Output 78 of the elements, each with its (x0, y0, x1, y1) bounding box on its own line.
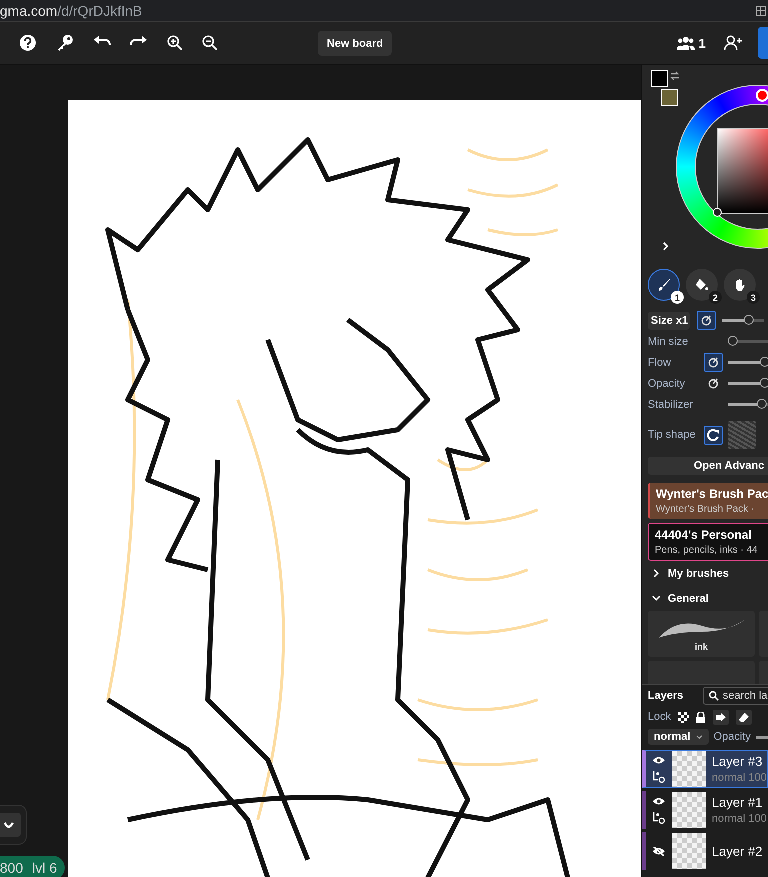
lock-label: Lock (648, 711, 672, 723)
swap-icon[interactable] (670, 71, 680, 81)
level-text: lvl 6 (32, 860, 58, 876)
address-url[interactable]: gma.com/d/rQrDJkfInB (0, 2, 142, 18)
help-icon[interactable] (19, 34, 37, 52)
setting-label: Tip shape (648, 429, 697, 441)
eraser-lock-button[interactable] (736, 710, 752, 724)
primary-color-swatch[interactable] (651, 70, 668, 87)
paint-bucket-icon (695, 278, 709, 292)
brush-group-label[interactable]: General (668, 592, 709, 604)
caret-icon (696, 734, 703, 740)
blend-mode-dropdown[interactable]: normal (648, 729, 709, 745)
rotate-icon[interactable] (704, 426, 722, 444)
layer-name: Layer #2 (712, 844, 763, 858)
move-lock-button[interactable] (713, 710, 730, 724)
brush-pack-card[interactable]: 44404's Personal Pens, pencils, inks · 44 (648, 523, 768, 561)
setting-slider[interactable] (728, 336, 768, 347)
color-handle[interactable] (713, 208, 722, 217)
users-icon[interactable] (676, 36, 695, 50)
chevron-right-icon[interactable] (663, 242, 669, 251)
layer-info: normal 100 (712, 772, 767, 784)
layer-settings-icon[interactable] (652, 770, 665, 782)
layer-name: Layer #3 (712, 754, 764, 769)
layer-thumbnail (672, 833, 706, 869)
size-label[interactable]: Size x1 (648, 312, 690, 330)
layer-thumbnail (672, 792, 706, 828)
pack-subtitle: Pens, pencils, inks · 44 (655, 545, 759, 556)
open-advanced-button[interactable]: Open Advanc (648, 457, 768, 475)
setting-slider[interactable] (722, 315, 764, 326)
checker-lock-icon[interactable] (678, 712, 690, 722)
brush-group-label[interactable]: My brushes (668, 568, 730, 580)
layer-info: normal 100 (712, 813, 768, 825)
setting-label: Opacity (648, 378, 686, 390)
hand-icon (733, 278, 747, 292)
brush-pack-card[interactable]: Wynter's Brush Pac Wynter's Brush Pack · (648, 483, 768, 519)
secondary-color-swatch[interactable] (661, 89, 678, 106)
brush-tile[interactable] (648, 661, 755, 684)
lock-icon[interactable] (696, 712, 706, 722)
zoom-out-icon[interactable] (202, 35, 218, 51)
zoom-in-icon[interactable] (167, 35, 183, 51)
brush-icon (657, 278, 671, 292)
setting-slider[interactable] (728, 378, 768, 389)
setting-label: Stabilizer (648, 398, 694, 410)
grid-icon[interactable] (756, 6, 766, 16)
setting-slider[interactable] (728, 357, 768, 368)
opacity-slider[interactable] (756, 736, 768, 738)
search-icon (709, 691, 719, 701)
layer-row[interactable]: Layer #3 normal 100 (642, 750, 768, 788)
pressure-toggle-icon[interactable] (704, 353, 722, 372)
layer-search-field[interactable]: search la (703, 687, 768, 705)
brush-tile[interactable]: ink (648, 611, 755, 657)
layers-title: Layers (648, 690, 684, 702)
setting-label: Flow (648, 356, 672, 368)
key-icon[interactable] (56, 34, 74, 52)
pack-subtitle: Wynter's Brush Pack · (656, 504, 756, 515)
user-count: 1 (698, 36, 706, 50)
chevron-icon[interactable] (652, 594, 661, 603)
layer-settings-icon[interactable] (653, 812, 665, 824)
layer-name: Layer #1 (712, 795, 764, 810)
layer-thumbnail (672, 751, 706, 787)
chevron-icon[interactable] (652, 569, 661, 578)
eye-icon[interactable] (653, 796, 665, 806)
new-board-button[interactable]: New board (318, 31, 392, 56)
layer-row[interactable]: Layer #2 (642, 832, 768, 870)
pack-title: 44404's Personal (655, 528, 753, 542)
score-text: 800 (0, 860, 24, 876)
layer-row[interactable]: Layer #1 normal 100 (642, 791, 768, 829)
pack-title: Wynter's Brush Pac (656, 487, 768, 501)
curve-button[interactable] (0, 813, 21, 837)
opacity-label: Opacity (714, 731, 751, 743)
eye-icon[interactable] (652, 756, 665, 764)
pressure-toggle-icon[interactable] (696, 311, 716, 330)
brush-name: ink (694, 642, 708, 652)
setting-slider[interactable] (728, 399, 768, 410)
hue-handle[interactable] (756, 89, 768, 102)
eye-icon[interactable] (653, 846, 665, 856)
setting-label: Min size (648, 336, 690, 348)
add-user-icon[interactable] (724, 35, 742, 51)
